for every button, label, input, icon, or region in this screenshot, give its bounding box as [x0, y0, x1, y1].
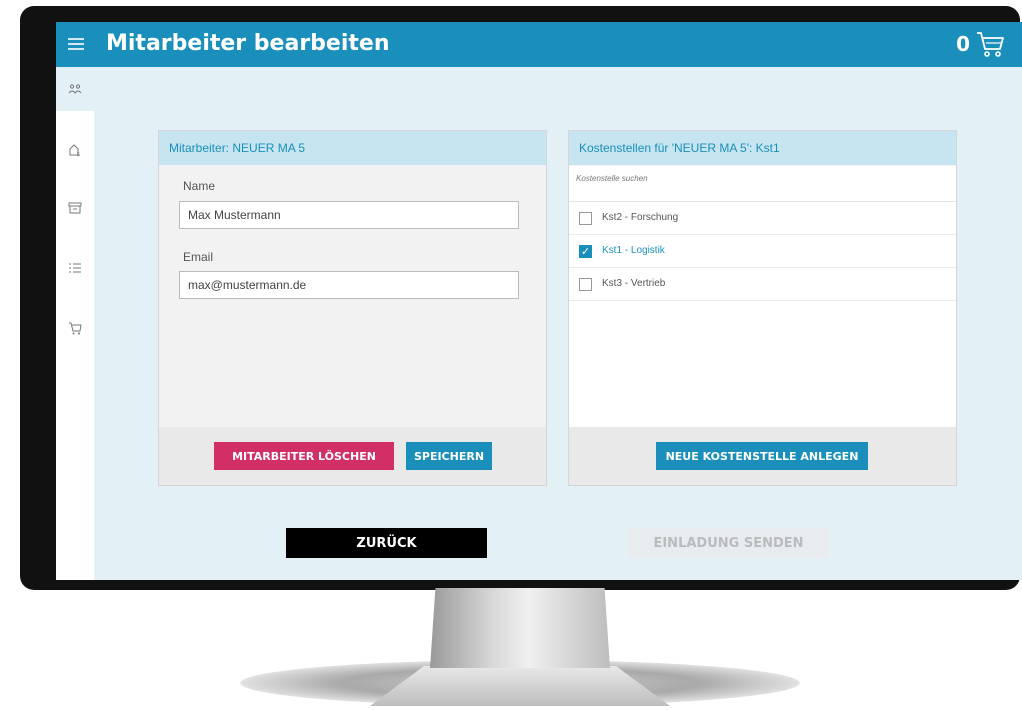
delete-employee-button[interactable]: MITARBEITER LÖSCHEN [214, 442, 394, 470]
svg-text:$: $ [77, 151, 81, 157]
list-icon [69, 263, 81, 273]
sidebar-item-cost-centers[interactable]: $ [56, 128, 94, 172]
cart-icon [69, 322, 82, 334]
email-field[interactable]: max@mustermann.de [179, 271, 519, 299]
new-cost-center-button[interactable]: NEUE KOSTENSTELLE ANLEGEN [656, 442, 868, 470]
sidebar: $ [56, 67, 94, 580]
sidebar-item-users[interactable] [56, 67, 94, 111]
save-button[interactable]: SPEICHERN [406, 442, 492, 470]
sidebar-item-archive[interactable] [56, 186, 94, 230]
monitor-frame: Mitarbeiter bearbeiten 0 $ Mitarbeiter: … [20, 6, 1022, 590]
list-item[interactable]: ✓ Kst1 - Logistik [569, 235, 956, 268]
cost-center-icon: $ [69, 144, 81, 157]
name-field[interactable]: Max Mustermann [179, 201, 519, 229]
checkbox-checked[interactable]: ✓ [579, 245, 592, 258]
cost-center-panel: Kostenstellen für 'NEUER MA 5': Kst1 Kos… [568, 130, 957, 486]
monitor-stand-neck [430, 588, 610, 668]
email-label: Email [183, 250, 214, 264]
checkbox[interactable] [579, 278, 592, 291]
users-icon [68, 84, 82, 94]
app-header: Mitarbeiter bearbeiten 0 [56, 22, 1022, 67]
send-invitation-button[interactable]: EINLADUNG SENDEN [628, 528, 829, 558]
cost-center-panel-footer: NEUE KOSTENSTELLE ANLEGEN [569, 427, 956, 485]
checkbox[interactable] [579, 212, 592, 225]
hamburger-menu-icon[interactable] [68, 35, 84, 51]
app-screen: Mitarbeiter bearbeiten 0 $ Mitarbeiter: … [56, 22, 1022, 580]
sidebar-item-cart[interactable] [56, 306, 94, 350]
cart-count: 0 [956, 32, 970, 56]
employee-panel-footer: MITARBEITER LÖSCHEN SPEICHERN [159, 427, 546, 485]
cost-center-list: Kostenstelle suchen Kst2 - Forschung ✓ K… [569, 166, 956, 427]
name-label: Name [183, 179, 216, 193]
page-title: Mitarbeiter bearbeiten [106, 31, 390, 56]
list-item[interactable]: Kst2 - Forschung [569, 202, 956, 235]
cost-center-search-input[interactable]: Kostenstelle suchen [576, 174, 648, 183]
list-item-label: Kst1 - Logistik [602, 245, 665, 256]
shopping-cart-icon[interactable] [976, 31, 1004, 57]
list-item-label: Kst3 - Vertrieb [602, 278, 666, 289]
back-button[interactable]: ZURÜCK [286, 528, 487, 558]
list-item-label: Kst2 - Forschung [602, 212, 679, 223]
sidebar-item-list[interactable] [56, 246, 94, 290]
cost-center-panel-title: Kostenstellen für 'NEUER MA 5': Kst1 [569, 131, 956, 165]
list-item[interactable]: Kst3 - Vertrieb [569, 268, 956, 301]
employee-panel-title: Mitarbeiter: NEUER MA 5 [159, 131, 546, 165]
archive-icon [68, 202, 82, 214]
employee-panel: Mitarbeiter: NEUER MA 5 Name Max Musterm… [158, 130, 547, 486]
